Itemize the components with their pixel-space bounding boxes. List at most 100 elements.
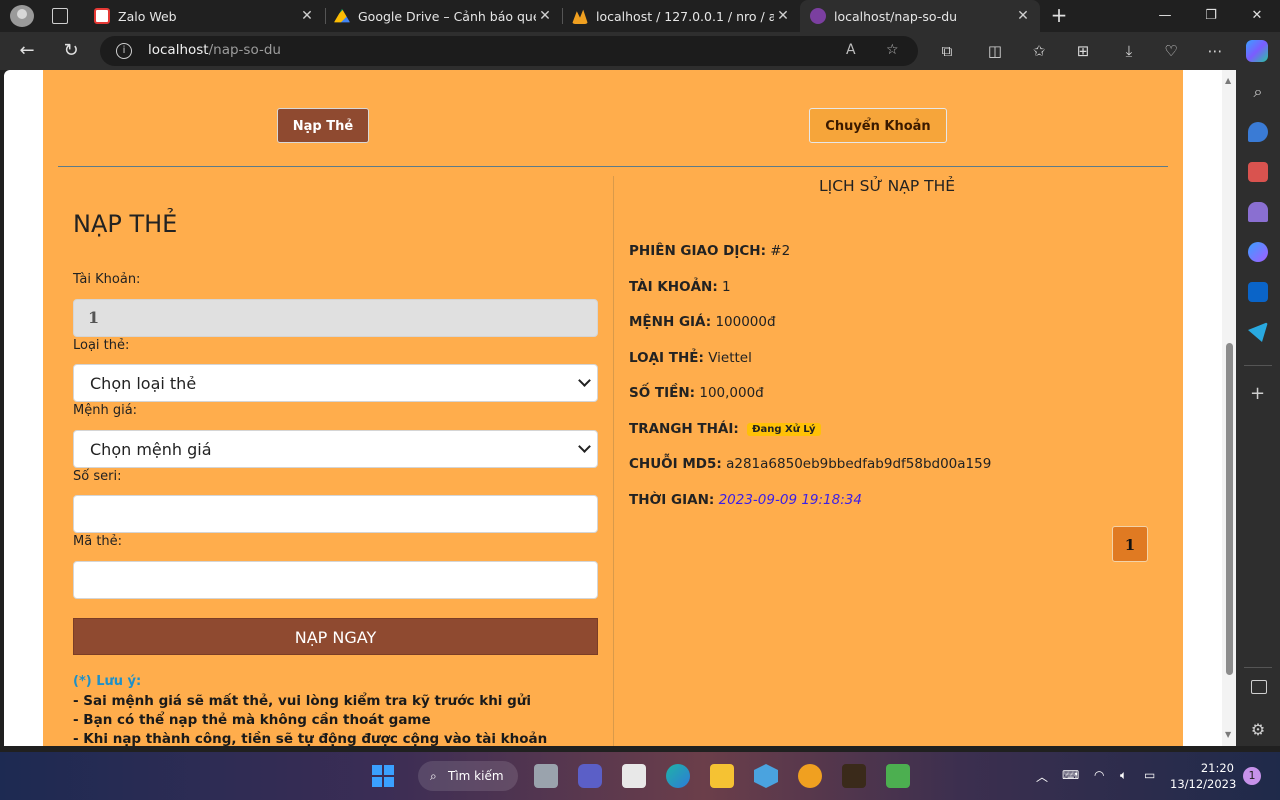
- taskbar-clock[interactable]: 21:20 13/12/2023: [1170, 760, 1236, 792]
- settings-gear-icon[interactable]: ⚙: [1248, 720, 1268, 740]
- search-icon[interactable]: ⌕: [1248, 82, 1268, 102]
- collections-icon[interactable]: ⊞: [1072, 40, 1094, 62]
- downloads-icon[interactable]: ⤓: [1118, 40, 1140, 62]
- battery-icon[interactable]: ▭: [1144, 768, 1155, 782]
- column-divider: [613, 176, 614, 746]
- site-info-icon[interactable]: i: [116, 43, 132, 59]
- row-label: SỐ TIỀN:: [629, 385, 696, 401]
- edge-sidebar: ⌕ + ⚙: [1236, 70, 1280, 746]
- read-aloud-icon[interactable]: A: [846, 42, 856, 58]
- account-label: Tài Khoản:: [73, 272, 141, 287]
- row-value: Viettel: [708, 350, 752, 366]
- game-icon[interactable]: [842, 764, 866, 788]
- games-icon[interactable]: [1248, 202, 1268, 222]
- notepad-icon[interactable]: [886, 764, 910, 788]
- microsoft-store-icon[interactable]: [622, 764, 646, 788]
- row-value: a281a6850eb9bbedfab9df58bd00a159: [726, 456, 992, 472]
- show-hidden-icons-chevron-icon[interactable]: ︿: [1036, 768, 1048, 785]
- row-label: TÀI KHOẢN:: [629, 279, 718, 295]
- hide-sidebar-icon[interactable]: [1251, 680, 1267, 694]
- app-icon[interactable]: [798, 764, 822, 788]
- site-favicon-icon: [810, 8, 826, 24]
- tools-icon[interactable]: [1248, 162, 1268, 182]
- volume-icon[interactable]: 🔈︎: [1120, 768, 1127, 783]
- start-windows-icon[interactable]: [372, 765, 394, 787]
- favorite-star-icon[interactable]: ☆: [886, 42, 899, 58]
- note-title: (*) Lưu ý:: [73, 674, 142, 689]
- minimize-icon[interactable]: —: [1142, 0, 1188, 32]
- outlook-icon[interactable]: [1248, 282, 1268, 302]
- browser-toolbar: ← ↻ i localhost/nap-so-du A ☆ ⧉ ◫ ✩ ⊞ ⤓ …: [0, 32, 1280, 70]
- back-arrow-icon[interactable]: ←: [14, 38, 40, 64]
- vertical-scrollbar[interactable]: ▲ ▼: [1222, 70, 1236, 746]
- serial-label: Số seri:: [73, 469, 122, 484]
- history-row-denomination: MỆNH GIÁ: 100000đ: [629, 314, 776, 330]
- profile-avatar-icon[interactable]: [10, 5, 34, 27]
- tab-phpmyadmin[interactable]: localhost / 127.0.0.1 / nro / admi ✕: [562, 0, 800, 32]
- wifi-icon[interactable]: ◠: [1094, 768, 1104, 782]
- microsoft-365-icon[interactable]: [1248, 242, 1268, 262]
- nap-the-tab-button[interactable]: Nạp Thẻ: [277, 108, 369, 143]
- tab-title: localhost / 127.0.0.1 / nro / admi: [596, 8, 774, 24]
- taskbar-search[interactable]: ⌕ Tìm kiếm: [418, 761, 518, 791]
- note-item: - Sai mệnh giá sẽ mất thẻ, vui lòng kiểm…: [73, 693, 532, 709]
- history-row-time: THỜI GIAN: 2023-09-09 19:18:34: [629, 492, 862, 508]
- card-code-input[interactable]: [73, 561, 598, 599]
- notification-badge[interactable]: 1: [1243, 767, 1261, 785]
- favorites-icon[interactable]: ✩: [1028, 40, 1050, 62]
- performance-icon[interactable]: ♡: [1160, 40, 1182, 62]
- chuyen-khoan-tab-button[interactable]: Chuyển Khoản: [809, 108, 947, 143]
- extensions-icon[interactable]: ⧉: [936, 40, 958, 62]
- note-item: - Bạn có thể nạp thẻ mà không cần thoát …: [73, 712, 431, 728]
- address-bar[interactable]: i localhost/nap-so-du A ☆: [100, 36, 918, 66]
- tab-zalo[interactable]: Zalo Web ✕: [84, 0, 324, 32]
- scroll-down-icon[interactable]: ▼: [1225, 730, 1231, 739]
- scroll-up-icon[interactable]: ▲: [1225, 76, 1231, 85]
- url-text[interactable]: localhost/nap-so-du: [148, 42, 281, 58]
- close-tab-icon[interactable]: ✕: [1014, 8, 1032, 24]
- row-value: 100000đ: [715, 314, 776, 330]
- pagination-page-button[interactable]: 1: [1112, 526, 1148, 562]
- task-view-icon[interactable]: [534, 764, 558, 788]
- file-explorer-icon[interactable]: [710, 764, 734, 788]
- zalo-favicon-icon: [94, 8, 110, 24]
- tab-google-drive[interactable]: Google Drive – Cảnh báo quét vi ✕: [324, 0, 562, 32]
- close-tab-icon[interactable]: ✕: [298, 8, 316, 24]
- add-sidebar-app-icon[interactable]: +: [1250, 383, 1265, 404]
- teams-icon[interactable]: [578, 764, 602, 788]
- account-value: 1: [88, 308, 100, 327]
- more-menu-icon[interactable]: ⋯: [1204, 40, 1226, 62]
- shopping-icon[interactable]: [1248, 122, 1268, 142]
- card-type-select[interactable]: Chọn loại thẻ: [73, 364, 598, 402]
- submit-button[interactable]: NẠP NGAY: [73, 618, 598, 655]
- tab-title: localhost/nap-so-du: [834, 8, 958, 24]
- split-screen-icon[interactable]: ◫: [984, 40, 1006, 62]
- restore-icon[interactable]: ❐: [1188, 0, 1234, 32]
- account-input: 1: [73, 299, 598, 337]
- edge-browser-icon[interactable]: [666, 764, 690, 788]
- row-value: 1: [722, 279, 731, 295]
- scrollbar-thumb[interactable]: [1226, 343, 1233, 675]
- amount-select[interactable]: Chọn mệnh giá: [73, 430, 598, 468]
- copilot-icon[interactable]: [1246, 40, 1268, 62]
- card-type-label: Loại thẻ:: [73, 338, 130, 353]
- history-row-card-type: LOẠI THẺ: Viettel: [629, 350, 752, 366]
- virtualbox-icon[interactable]: [754, 764, 778, 788]
- new-tab-icon[interactable]: +: [1048, 4, 1070, 26]
- tab-nap-so-du[interactable]: localhost/nap-so-du ✕: [800, 0, 1040, 32]
- tab-actions-icon[interactable]: [52, 8, 68, 24]
- keyboard-icon[interactable]: ⌨: [1062, 768, 1079, 782]
- close-tab-icon[interactable]: ✕: [774, 8, 792, 24]
- reload-icon[interactable]: ↻: [58, 38, 84, 64]
- row-value: 100,000đ: [699, 385, 764, 401]
- close-tab-icon[interactable]: ✕: [536, 8, 554, 24]
- search-label: Tìm kiếm: [448, 769, 504, 783]
- browser-title-bar: Zalo Web ✕ Google Drive – Cảnh báo quét …: [0, 0, 1280, 32]
- close-window-icon[interactable]: ✕: [1234, 0, 1280, 32]
- page-viewport: Nạp Thẻ Chuyển Khoản NẠP THẺ Tài Khoản: …: [4, 70, 1236, 746]
- form-title: NẠP THẺ: [73, 210, 178, 238]
- chevron-down-icon: [578, 374, 591, 387]
- tab-title: Google Drive – Cảnh báo quét vi: [358, 8, 536, 24]
- serial-input[interactable]: [73, 495, 598, 533]
- telegram-icon[interactable]: [1248, 322, 1268, 342]
